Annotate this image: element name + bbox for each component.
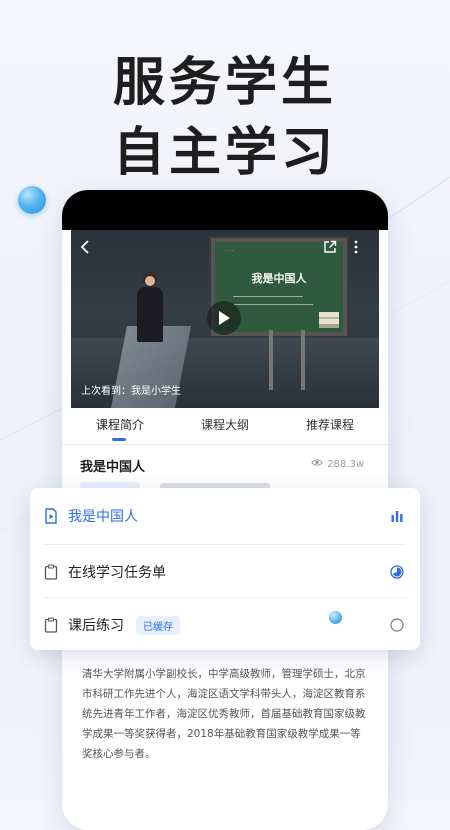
blackboard-line (233, 304, 313, 305)
cached-badge: 已缓存 (136, 616, 180, 635)
active-tab-indicator (112, 438, 126, 441)
back-arrow-icon[interactable] (79, 240, 91, 257)
progress-circle-icon (390, 564, 404, 579)
outline-item[interactable]: 课后练习 已缓存 (30, 597, 420, 651)
bar-chart-icon (390, 508, 404, 522)
board-stand (269, 330, 273, 390)
video-file-icon (44, 508, 58, 524)
headline-line-2: 自主学习 (112, 123, 337, 183)
empty-circle-icon (390, 617, 404, 632)
view-count-value: 288.3w (327, 458, 364, 470)
decorative-ball (18, 186, 46, 214)
clipboard-icon (44, 564, 58, 580)
tab-course-intro[interactable]: 课程简介 (96, 416, 144, 433)
outline-item-label: 在线学习任务单 (68, 565, 166, 581)
outline-item[interactable]: 我是中国人 (30, 488, 420, 542)
blackboard-header: · · · (225, 248, 233, 254)
tab-course-outline[interactable]: 课程大纲 (201, 416, 249, 433)
phone-status-area (62, 190, 388, 230)
video-player[interactable]: · · · 我是中国人 上次看到：我是小学生 (71, 230, 379, 408)
tab-recommended-courses[interactable]: 推荐课程 (306, 416, 354, 433)
outline-item-label: 课后练习 (68, 618, 124, 634)
books-icon (319, 312, 339, 328)
tabs-divider (62, 444, 388, 445)
outline-item-label: 我是中国人 (68, 509, 138, 525)
share-icon[interactable] (323, 240, 337, 257)
course-title: 我是中国人 (80, 460, 146, 475)
last-seen-label: 上次看到：我是小学生 (81, 386, 181, 397)
teacher-description: 清华大学附属小学副校长，中学高级教师，管理学硕士，北京市科研工作先进个人，海淀区… (82, 668, 366, 760)
board-stand (301, 330, 305, 390)
teacher-figure (137, 272, 163, 342)
decorative-ball-small (329, 611, 342, 624)
eye-icon (311, 458, 323, 470)
clipboard-icon (44, 617, 58, 633)
blackboard-title: 我是中国人 (251, 272, 307, 285)
play-icon[interactable] (207, 301, 241, 335)
view-count: 288.3w (311, 458, 364, 470)
blackboard-line (233, 296, 303, 297)
outline-item[interactable]: 在线学习任务单 (30, 544, 420, 598)
course-outline-card: 我是中国人 在线学习任务单 课后练习 已缓存 (30, 488, 420, 650)
course-tabs: 课程简介 课程大纲 推荐课程 (62, 408, 388, 444)
headline-line-1: 服务学生 (112, 53, 337, 113)
more-vertical-icon[interactable] (353, 240, 359, 257)
